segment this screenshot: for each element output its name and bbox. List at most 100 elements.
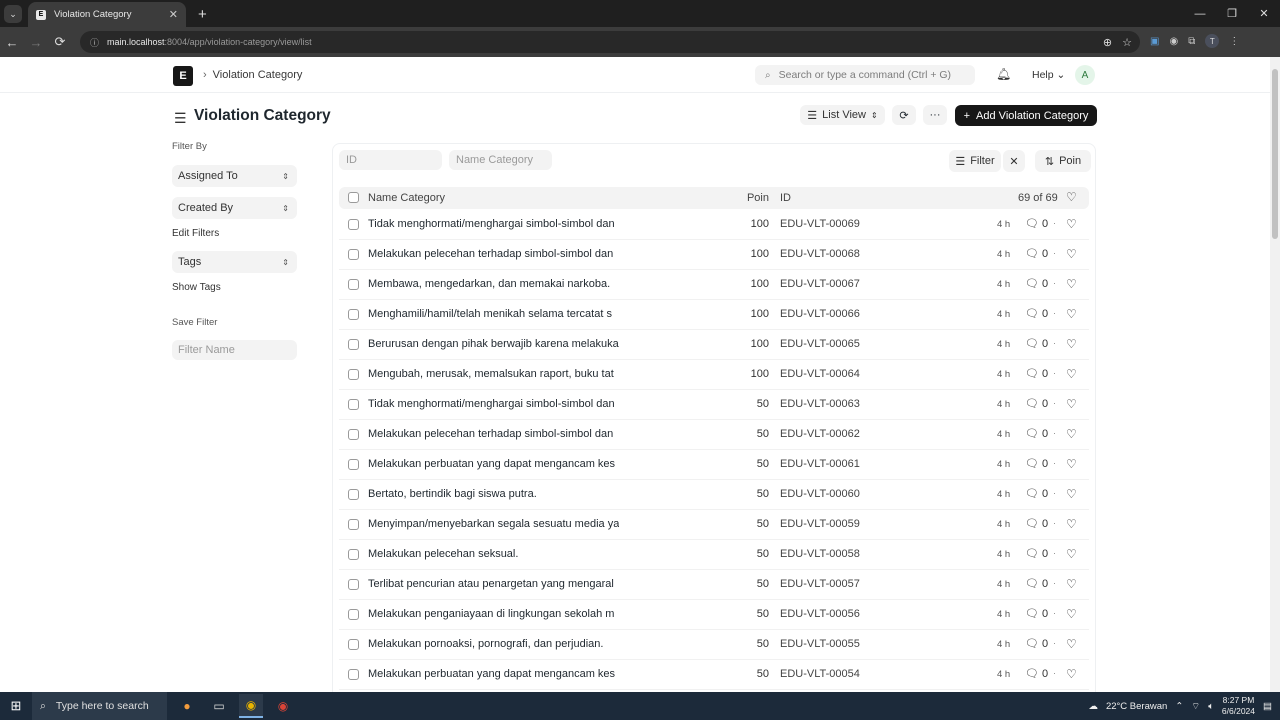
like-heart-icon[interactable]: ♡ bbox=[1066, 457, 1077, 471]
row-comments[interactable]: 🗨︎ 0 bbox=[1025, 247, 1048, 260]
list-row[interactable]: Melakukan perbuatan yang dapat mengancam… bbox=[339, 660, 1089, 690]
sort-button[interactable]: ⇅ Poin bbox=[1035, 150, 1091, 172]
help-dropdown[interactable]: Help ⌄ bbox=[1032, 69, 1065, 81]
row-checkbox[interactable] bbox=[348, 669, 359, 680]
row-checkbox[interactable] bbox=[348, 369, 359, 380]
like-heart-icon[interactable]: ♡ bbox=[1066, 517, 1077, 531]
taskbar-search[interactable]: ⌕ Type here to search bbox=[32, 692, 167, 720]
row-checkbox[interactable] bbox=[348, 309, 359, 320]
row-comments[interactable]: 🗨︎ 0 bbox=[1025, 367, 1048, 380]
list-row[interactable]: Bertato, bertindik bagi siswa putra. 50 ED… bbox=[339, 480, 1089, 510]
awesomebar-search[interactable]: ⌕ Search or type a command (Ctrl + G) bbox=[755, 65, 975, 85]
row-checkbox[interactable] bbox=[348, 339, 359, 350]
tags-select[interactable]: Tags ⇕ bbox=[172, 251, 297, 273]
row-name-category[interactable]: Melakukan pelecehan terhadap simbol-simb… bbox=[368, 428, 619, 440]
site-info-icon[interactable]: ⓘ bbox=[90, 36, 99, 49]
like-heart-icon[interactable]: ♡ bbox=[1066, 427, 1077, 441]
created-by-select[interactable]: Created By ⇕ bbox=[172, 197, 297, 219]
row-comments[interactable]: 🗨︎ 0 bbox=[1025, 427, 1048, 440]
row-checkbox[interactable] bbox=[348, 399, 359, 410]
list-row[interactable]: Menghamili/hamil/telah menikah selama te… bbox=[339, 300, 1089, 330]
row-comments[interactable]: 🗨︎ 0 bbox=[1025, 307, 1048, 320]
select-all-checkbox[interactable] bbox=[348, 192, 359, 203]
list-row[interactable]: Menyimpan/menyebarkan segala sesuatu med… bbox=[339, 510, 1089, 540]
restore-icon[interactable]: ❐ bbox=[1216, 0, 1248, 27]
puzzle-extensions-icon[interactable]: ⧉ bbox=[1188, 36, 1195, 47]
network-icon[interactable]: ⌔ bbox=[1191, 701, 1200, 712]
notification-center-icon[interactable]: ▤ bbox=[1263, 701, 1272, 712]
sidebar-toggle-hamburger-icon[interactable]: ☰ bbox=[174, 110, 187, 127]
assigned-to-select[interactable]: Assigned To ⇕ bbox=[172, 165, 297, 187]
chrome-app-icon-2[interactable]: ◉ bbox=[271, 694, 295, 718]
name-category-filter-input[interactable]: Name Category bbox=[449, 150, 552, 170]
like-heart-icon[interactable]: ♡ bbox=[1066, 607, 1077, 621]
weather-text[interactable]: 22°C Berawan bbox=[1106, 701, 1167, 712]
column-poin[interactable]: Poin bbox=[719, 192, 769, 204]
row-name-category[interactable]: Melakukan pornoaksi, pornografi, dan per… bbox=[368, 638, 619, 650]
scrollbar-thumb[interactable] bbox=[1272, 69, 1278, 239]
like-heart-icon[interactable]: ♡ bbox=[1066, 277, 1077, 291]
tab-search-chevron-icon[interactable]: ⌄ bbox=[4, 5, 22, 23]
list-row[interactable]: Mengubah, merusak, memalsukan raport, bu… bbox=[339, 360, 1089, 390]
back-arrow-icon[interactable]: ← bbox=[0, 35, 24, 50]
like-heart-icon[interactable]: ♡ bbox=[1066, 367, 1077, 381]
list-row[interactable]: Berurusan dengan pihak berwajib karena m… bbox=[339, 330, 1089, 360]
row-name-category[interactable]: Melakukan pelecehan terhadap simbol-simb… bbox=[368, 248, 619, 260]
row-checkbox[interactable] bbox=[348, 519, 359, 530]
zoom-icon[interactable]: ⊕ bbox=[1103, 36, 1112, 49]
like-heart-icon[interactable]: ♡ bbox=[1066, 337, 1077, 351]
row-comments[interactable]: 🗨︎ 0 bbox=[1025, 637, 1048, 650]
like-heart-icon[interactable]: ♡ bbox=[1066, 577, 1077, 591]
row-checkbox[interactable] bbox=[348, 609, 359, 620]
list-row[interactable]: Melakukan pelecehan terhadap simbol-simb… bbox=[339, 240, 1089, 270]
list-row[interactable]: Terlibat pencurian atau penargetan yang … bbox=[339, 570, 1089, 600]
row-checkbox[interactable] bbox=[348, 549, 359, 560]
row-name-category[interactable]: Mengubah, merusak, memalsukan raport, bu… bbox=[368, 368, 619, 380]
list-row[interactable]: Melakukan pelecehan seksual. 50 EDU-VLT-00… bbox=[339, 540, 1089, 570]
row-comments[interactable]: 🗨︎ 0 bbox=[1025, 517, 1048, 530]
like-heart-icon[interactable]: ♡ bbox=[1066, 547, 1077, 561]
like-heart-icon[interactable]: ♡ bbox=[1066, 247, 1077, 261]
row-comments[interactable]: 🗨︎ 0 bbox=[1025, 487, 1048, 500]
bookmark-star-icon[interactable]: ☆ bbox=[1122, 36, 1132, 49]
like-heart-icon[interactable]: ♡ bbox=[1066, 190, 1077, 204]
row-name-category[interactable]: Membawa, mengedarkan, dan memakai narkob… bbox=[368, 278, 619, 290]
row-comments[interactable]: 🗨︎ 0 bbox=[1025, 577, 1048, 590]
filter-name-input[interactable]: Filter Name bbox=[172, 340, 297, 360]
row-checkbox[interactable] bbox=[348, 489, 359, 500]
extension-icon[interactable]: ▣ bbox=[1150, 36, 1159, 47]
like-heart-icon[interactable]: ♡ bbox=[1066, 397, 1077, 411]
notification-bell-icon[interactable]: 🔔︎ bbox=[996, 67, 1011, 81]
camera-extension-icon[interactable]: ◉ bbox=[1169, 36, 1178, 47]
browser-tab-active[interactable]: E Violation Category ✕ bbox=[28, 2, 186, 27]
row-name-category[interactable]: Tidak menghormati/menghargai simbol-simb… bbox=[368, 398, 619, 410]
row-comments[interactable]: 🗨︎ 0 bbox=[1025, 397, 1048, 410]
add-violation-category-button[interactable]: + Add Violation Category bbox=[955, 105, 1097, 126]
row-checkbox[interactable] bbox=[348, 639, 359, 650]
row-comments[interactable]: 🗨︎ 0 bbox=[1025, 667, 1048, 680]
list-row[interactable]: Melakukan pornoaksi, pornografi, dan per… bbox=[339, 630, 1089, 660]
app-logo[interactable]: E bbox=[173, 66, 193, 86]
id-filter-input[interactable]: ID bbox=[339, 150, 442, 170]
row-name-category[interactable]: Terlibat pencurian atau penargetan yang … bbox=[368, 578, 619, 590]
list-row[interactable]: Melakukan penganiayaan di lingkungan sek… bbox=[339, 600, 1089, 630]
minimize-icon[interactable]: — bbox=[1184, 0, 1216, 27]
user-avatar[interactable]: A bbox=[1075, 65, 1095, 85]
row-name-category[interactable]: Bertato, bertindik bagi siswa putra. bbox=[368, 488, 619, 500]
new-tab-plus-icon[interactable]: + bbox=[198, 6, 207, 23]
row-name-category[interactable]: Berurusan dengan pihak berwajib karena m… bbox=[368, 338, 619, 350]
page-scrollbar[interactable] bbox=[1270, 57, 1280, 692]
clock[interactable]: 8:27 PM 6/6/2024 bbox=[1222, 695, 1255, 717]
like-heart-icon[interactable]: ♡ bbox=[1066, 637, 1077, 651]
close-window-icon[interactable]: ✕ bbox=[1248, 0, 1280, 27]
chrome-app-icon[interactable]: ◉ bbox=[239, 694, 263, 718]
show-tags-link[interactable]: Show Tags bbox=[172, 282, 221, 293]
row-name-category[interactable]: Menyimpan/menyebarkan segala sesuatu med… bbox=[368, 518, 619, 530]
reload-icon[interactable]: ⟳ bbox=[48, 34, 72, 50]
row-comments[interactable]: 🗨︎ 0 bbox=[1025, 217, 1048, 230]
windows-start-icon[interactable]: ⊞ bbox=[0, 698, 32, 714]
row-name-category[interactable]: Melakukan perbuatan yang dapat mengancam… bbox=[368, 458, 619, 470]
like-heart-icon[interactable]: ♡ bbox=[1066, 217, 1077, 231]
row-checkbox[interactable] bbox=[348, 219, 359, 230]
task-view-icon[interactable]: ▭ bbox=[207, 694, 231, 718]
